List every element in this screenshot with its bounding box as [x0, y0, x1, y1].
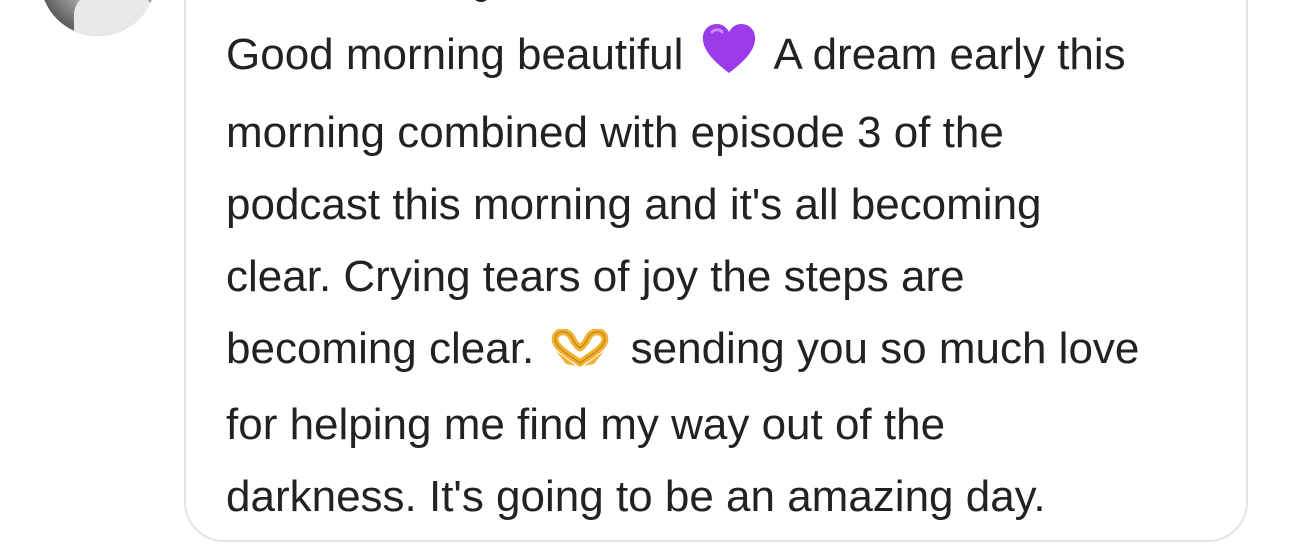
comment-line: Good morning beautiful A dream early thi… — [226, 19, 1226, 97]
heart-hands-icon — [550, 317, 610, 389]
comment-line: morning combined with episode 3 of the — [226, 108, 1004, 157]
comment-line: darkness. It's going to be an amazing da… — [226, 472, 1046, 521]
avatar-shirt — [74, 0, 154, 36]
comment-text-segment: becoming clear. — [226, 324, 535, 373]
avatar[interactable] — [40, 0, 156, 36]
comment-text-segment: Good morning beautiful — [226, 30, 684, 79]
comment-line: podcast this morning and it's all becomi… — [226, 180, 1042, 229]
comment-text-segment: sending you so much love — [630, 324, 1140, 373]
comment-thread: Good morning beautiful A dream early thi… — [0, 0, 1290, 556]
purple-heart-icon — [700, 23, 758, 97]
comment-text-segment: A dream early this — [773, 30, 1126, 79]
comment-body: Good morning beautiful A dream early thi… — [226, 19, 1226, 533]
comment-line: for helping me find my way out of the — [226, 400, 946, 449]
comment-line: clear. Crying tears of joy the steps are — [226, 252, 965, 301]
comment-line: becoming clear. sending you so much love — [226, 313, 1226, 389]
